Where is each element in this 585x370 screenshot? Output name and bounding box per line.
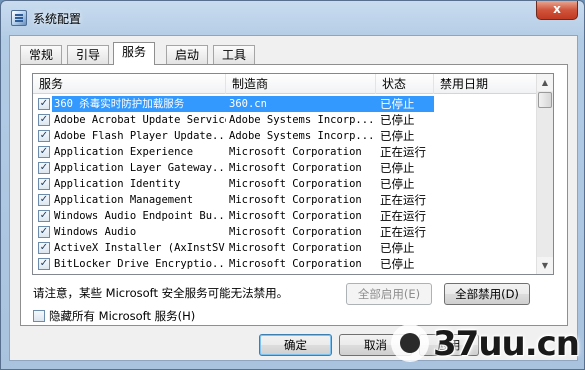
service-manufacturer: 360.cn — [226, 96, 376, 112]
service-checkbox[interactable]: ✓ — [38, 258, 50, 270]
dialog-body: 常规 引导 服务 启动 工具 服务 制造商 状态 禁用日期 ✓ 360 杀毒实时防… — [9, 35, 578, 361]
enable-all-button[interactable]: 全部启用(E) — [346, 283, 432, 305]
service-disabled-date — [434, 96, 538, 112]
watermark-logo-icon — [391, 324, 429, 362]
service-checkbox[interactable]: ✓ — [38, 194, 50, 206]
service-row[interactable]: ✓ Application Management Microsoft Corpora… — [33, 192, 538, 208]
service-status: 正在运行 — [380, 193, 426, 207]
service-row[interactable]: ✓ Application Layer Gateway... Microsoft C… — [33, 160, 538, 176]
column-header-disabled-date[interactable]: 禁用日期 — [434, 74, 538, 94]
service-status: 已停止 — [380, 241, 415, 255]
service-manufacturer: Microsoft Corporation — [229, 178, 362, 190]
service-disabled-date — [434, 224, 538, 240]
services-list[interactable]: 服务 制造商 状态 禁用日期 ✓ 360 杀毒实时防护加载服务 360.cn 已停止 ✓… — [32, 73, 554, 275]
service-name: BitLocker Drive Encryptio... — [54, 258, 226, 270]
service-manufacturer: Microsoft Corporation — [229, 210, 362, 222]
list-header: 服务 制造商 状态 禁用日期 — [33, 74, 538, 94]
service-row[interactable]: ✓ BitLocker Drive Encryptio... Microsoft C… — [33, 256, 538, 272]
tab-startup[interactable]: 启动 — [166, 45, 209, 64]
close-button[interactable]: x — [536, 1, 578, 20]
tab-services[interactable]: 服务 — [113, 42, 156, 65]
service-checkbox[interactable]: ✓ — [38, 242, 50, 254]
service-disabled-date — [434, 240, 538, 256]
service-name: Adobe Acrobat Update Service — [54, 114, 226, 126]
service-checkbox[interactable]: ✓ — [38, 130, 50, 142]
scroll-thumb[interactable] — [538, 92, 552, 108]
service-manufacturer: Microsoft Corporation — [229, 242, 362, 254]
notice-text: 请注意，某些 Microsoft 安全服务可能无法禁用。 — [33, 286, 289, 300]
service-name: ActiveX Installer (AxInstSV) — [54, 242, 226, 254]
window-title: 系统配置 — [33, 12, 82, 26]
service-status: 已停止 — [380, 161, 415, 175]
service-checkbox[interactable]: ✓ — [38, 162, 50, 174]
service-name: Adobe Flash Player Update... — [54, 130, 226, 142]
column-header-status[interactable]: 状态 — [376, 74, 434, 94]
service-manufacturer: Adobe Systems Incorp... — [229, 114, 375, 126]
watermark-text: 37uu.cn — [433, 324, 580, 364]
ok-button[interactable]: 确定 — [259, 334, 332, 356]
service-disabled-date — [434, 112, 538, 128]
service-manufacturer: Adobe Systems Incorp... — [229, 130, 375, 142]
service-manufacturer: Microsoft Corporation — [229, 162, 362, 174]
service-status: 已停止 — [380, 129, 415, 143]
disable-all-button[interactable]: 全部禁用(D) — [444, 283, 530, 305]
service-name: Application Management — [54, 194, 194, 206]
service-name: Windows Audio — [54, 226, 137, 238]
service-checkbox[interactable]: ✓ — [38, 114, 50, 126]
column-header-manufacturer[interactable]: 制造商 — [226, 74, 376, 94]
service-manufacturer: Microsoft Corporation — [229, 226, 362, 238]
service-row[interactable]: ✓ 360 杀毒实时防护加载服务 360.cn 已停止 — [33, 96, 538, 112]
service-disabled-date — [434, 192, 538, 208]
service-checkbox[interactable]: ✓ — [38, 98, 50, 110]
service-status: 正在运行 — [380, 209, 426, 223]
service-name: Windows Audio Endpoint Bu... — [54, 210, 226, 222]
service-disabled-date — [434, 176, 538, 192]
service-row[interactable]: ✓ Application Experience Microsoft Corpora… — [33, 144, 538, 160]
service-manufacturer: Microsoft Corporation — [229, 258, 362, 270]
services-tab-panel: 服务 制造商 状态 禁用日期 ✓ 360 杀毒实时防护加载服务 360.cn 已停止 ✓… — [20, 64, 568, 326]
title-bar[interactable]: 系统配置 x — [1, 1, 584, 35]
service-row[interactable]: ✓ Adobe Flash Player Update... Adobe Syste… — [33, 128, 538, 144]
service-status: 已停止 — [380, 257, 415, 271]
service-disabled-date — [434, 144, 538, 160]
service-manufacturer: Microsoft Corporation — [229, 194, 362, 206]
service-row[interactable]: ✓ Application Identity Microsoft Corporati… — [33, 176, 538, 192]
service-row[interactable]: ✓ Windows Audio Microsoft Corporation 正在运行 — [33, 224, 538, 240]
service-checkbox[interactable]: ✓ — [38, 146, 50, 158]
service-disabled-date — [434, 208, 538, 224]
scroll-up-arrow-icon[interactable]: ▲ — [537, 74, 553, 91]
service-checkbox[interactable]: ✓ — [38, 178, 50, 190]
service-row[interactable]: ✓ ActiveX Installer (AxInstSV) Microsoft C… — [33, 240, 538, 256]
service-status: 已停止 — [380, 113, 415, 127]
column-header-service[interactable]: 服务 — [33, 74, 226, 94]
service-status: 已停止 — [380, 177, 415, 191]
hide-microsoft-services-checkbox[interactable]: 隐藏所有 Microsoft 服务(H) — [33, 308, 195, 324]
service-rows: ✓ 360 杀毒实时防护加载服务 360.cn 已停止 ✓ Adobe Acrobat U… — [33, 96, 538, 272]
tab-boot[interactable]: 引导 — [67, 45, 110, 64]
scroll-down-arrow-icon[interactable]: ▼ — [537, 257, 553, 274]
service-name: Application Experience — [54, 146, 194, 158]
service-disabled-date — [434, 160, 538, 176]
service-checkbox[interactable]: ✓ — [38, 210, 50, 222]
vertical-scrollbar[interactable]: ▲ ▼ — [536, 74, 553, 274]
service-status: 正在运行 — [380, 225, 426, 239]
msconfig-app-icon — [11, 10, 27, 26]
hide-microsoft-services-label: 隐藏所有 Microsoft 服务(H) — [49, 309, 196, 323]
service-disabled-date — [434, 128, 538, 144]
service-checkbox[interactable]: ✓ — [38, 226, 50, 238]
service-name: Application Layer Gateway... — [54, 162, 226, 174]
service-status: 正在运行 — [380, 145, 426, 159]
tab-general[interactable]: 常规 — [20, 45, 63, 64]
tab-tools[interactable]: 工具 — [213, 45, 256, 64]
checkbox-box[interactable] — [33, 310, 45, 322]
system-configuration-window: 系统配置 x 常规 引导 服务 启动 工具 服务 制造商 状态 禁用日期 ✓ 36… — [0, 0, 585, 370]
service-name: Application Identity — [54, 178, 181, 190]
service-name: 360 杀毒实时防护加载服务 — [52, 96, 226, 112]
service-status: 已停止 — [376, 96, 434, 112]
service-row[interactable]: ✓ Windows Audio Endpoint Bu... Microsoft C… — [33, 208, 538, 224]
service-manufacturer: Microsoft Corporation — [229, 146, 362, 158]
service-disabled-date — [434, 256, 538, 272]
service-row[interactable]: ✓ Adobe Acrobat Update Service Adobe Syste… — [33, 112, 538, 128]
